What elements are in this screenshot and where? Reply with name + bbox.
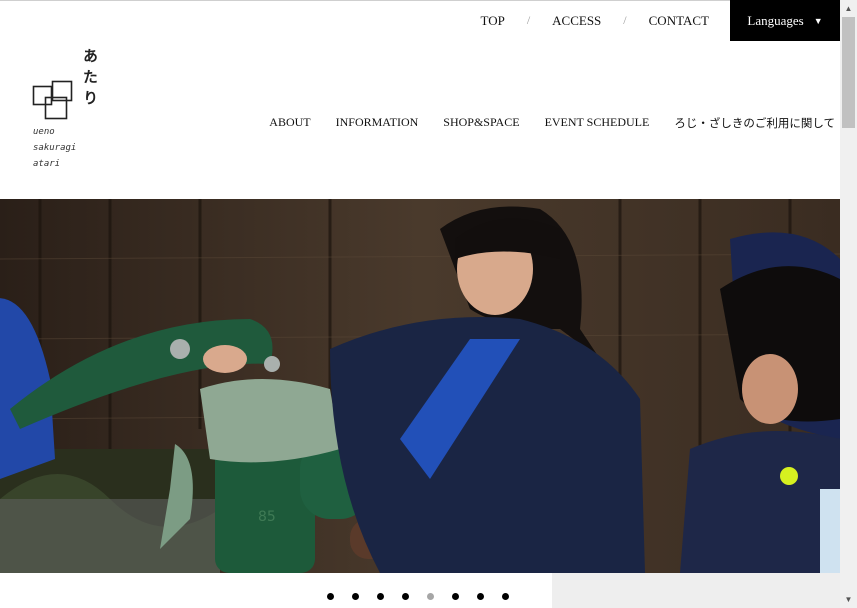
utility-nav: TOP / ACCESS / CONTACT Languages ▼	[480, 0, 840, 41]
slider-dot-8[interactable]	[502, 593, 509, 600]
logo-english-text: ueno sakuragi atari	[33, 124, 76, 172]
logo-line: ueno	[33, 127, 55, 137]
slider-dot-1[interactable]	[327, 593, 334, 600]
nav-access-link[interactable]: ACCESS	[552, 13, 601, 29]
slider-dot-6[interactable]	[452, 593, 459, 600]
caret-down-icon: ▼	[813, 15, 823, 26]
logo-japanese-text: あたり	[81, 48, 99, 111]
nav-shop-space-link[interactable]: SHOP&SPACE	[443, 115, 519, 131]
slider-controls-area	[0, 573, 552, 608]
logo-line: atari	[33, 159, 61, 169]
site-logo[interactable]: あたり ueno sakuragi atari	[30, 48, 110, 178]
languages-label: Languages	[747, 12, 804, 28]
nav-contact-link[interactable]: CONTACT	[649, 13, 709, 29]
nav-usage-info-link[interactable]: ろじ・ざしきのご利用に関して	[674, 115, 835, 131]
slider-dot-7[interactable]	[477, 593, 484, 600]
logo-line: sakuragi	[33, 143, 77, 153]
scroll-up-arrow-icon[interactable]: ▲	[840, 0, 857, 17]
main-nav: ABOUT INFORMATION SHOP&SPACE EVENT SCHED…	[244, 115, 835, 131]
photo-children-at-water-pump-icon: 85	[0, 199, 840, 573]
nav-separator: /	[623, 13, 627, 27]
vertical-scrollbar[interactable]: ▲ ▼	[840, 0, 857, 608]
scroll-down-arrow-icon[interactable]: ▼	[840, 591, 857, 608]
slider-dot-3[interactable]	[377, 593, 384, 600]
slider-pagination	[327, 593, 527, 600]
slider-dot-2[interactable]	[352, 593, 359, 600]
nav-event-schedule-link[interactable]: EVENT SCHEDULE	[545, 115, 650, 131]
slider-dot-5[interactable]	[427, 593, 434, 600]
nav-separator: /	[526, 13, 531, 27]
scrollbar-thumb[interactable]	[842, 17, 855, 128]
languages-button[interactable]: Languages ▼	[730, 0, 840, 41]
bottom-gray-panel	[552, 573, 840, 608]
slider-dot-4[interactable]	[402, 593, 409, 600]
nav-information-link[interactable]: INFORMATION	[336, 115, 419, 131]
pump-number: 85	[258, 509, 276, 525]
nav-about-link[interactable]: ABOUT	[269, 115, 310, 131]
logo-squares-icon	[32, 80, 73, 120]
nav-top-link[interactable]: TOP	[480, 13, 504, 29]
hero-slider-image[interactable]: 85	[0, 199, 840, 573]
